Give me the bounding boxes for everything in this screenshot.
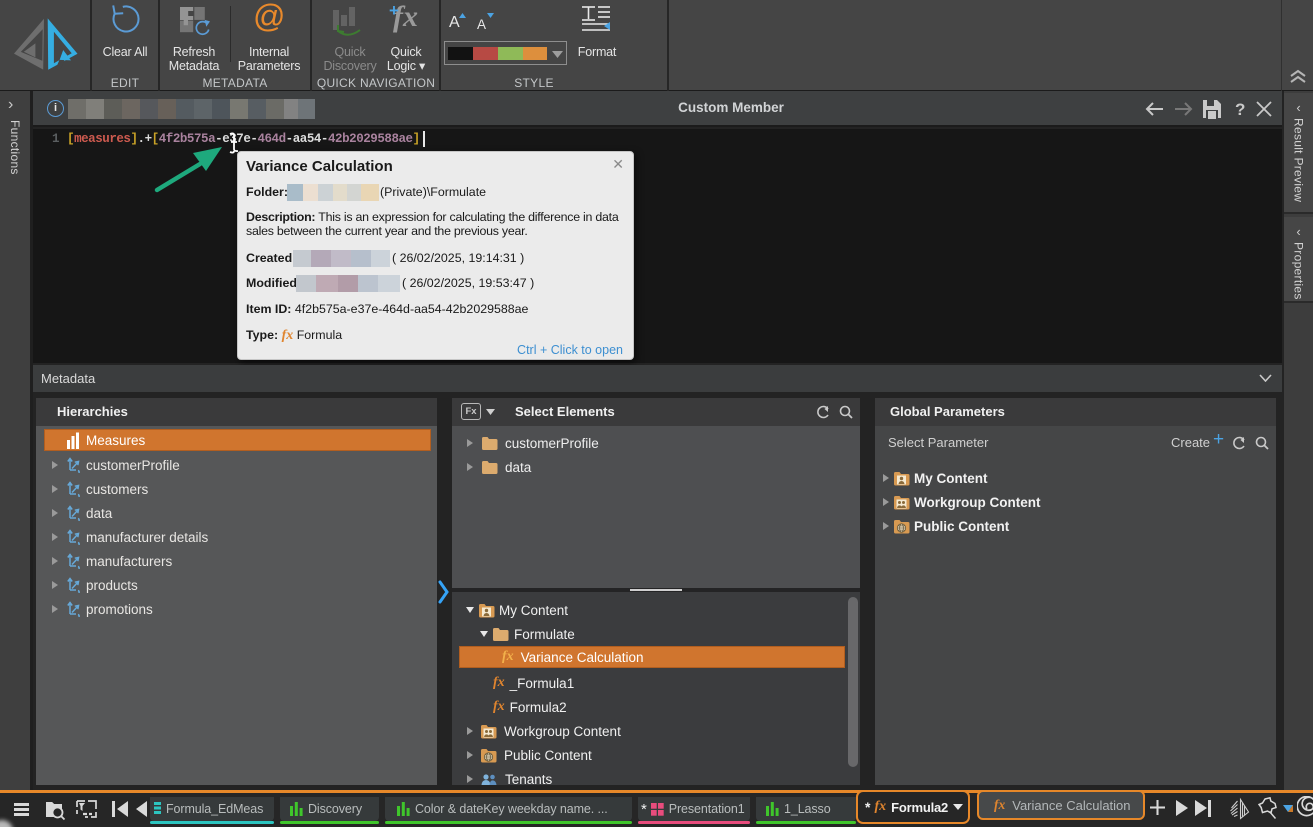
svg-text:?: ? [1235, 100, 1245, 119]
